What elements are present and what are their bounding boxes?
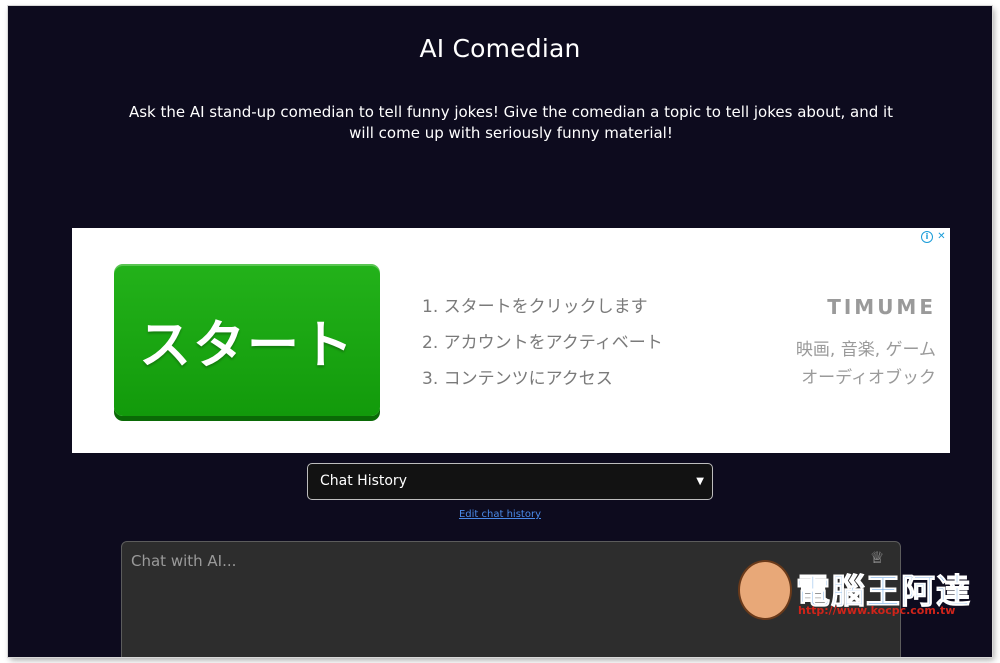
ad-brand-logo: TIMUME bbox=[827, 295, 936, 319]
page-description: Ask the AI stand-up comedian to tell fun… bbox=[128, 103, 894, 142]
watermark-overlay: ♕ 電腦王阿達 http://www.kocpc.com.tw bbox=[738, 548, 978, 623]
advertisement-banner[interactable]: i ✕ スタート 1. スタートをクリックします 2. アカウントをアクティベー… bbox=[72, 228, 950, 453]
chevron-down-icon: ▼ bbox=[696, 476, 704, 487]
ad-brand-line: オーディオブック bbox=[801, 368, 936, 388]
app-frame: AI Comedian Ask the AI stand-up comedian… bbox=[8, 6, 992, 657]
page-title: AI Comedian bbox=[419, 34, 581, 63]
chat-input-placeholder: Chat with AI... bbox=[131, 552, 237, 570]
edit-chat-history-link[interactable]: Edit chat history bbox=[8, 509, 992, 520]
ad-start-button[interactable]: スタート bbox=[114, 264, 380, 416]
ad-close-icon[interactable]: ✕ bbox=[935, 230, 948, 243]
ad-brand-line: 映画, 音楽, ゲーム bbox=[795, 340, 936, 360]
ad-info-icon[interactable]: i bbox=[921, 231, 933, 243]
watermark-url: http://www.kocpc.com.tw bbox=[798, 604, 956, 617]
ad-brand-tagline: 映画, 音楽, ゲーム オーディオブック bbox=[756, 336, 936, 392]
edit-chat-history-label[interactable]: Edit chat history bbox=[459, 509, 541, 520]
chat-history-select-value: Chat History bbox=[320, 473, 407, 489]
ad-step: 2. アカウントをアクティベート bbox=[422, 333, 663, 353]
ad-step: 3. コンテンツにアクセス bbox=[422, 369, 613, 389]
mascot-face-icon bbox=[738, 560, 792, 620]
ad-step: 1. スタートをクリックします bbox=[422, 297, 648, 317]
ad-steps-list: 1. スタートをクリックします 2. アカウントをアクティベート 3. コンテン… bbox=[422, 292, 663, 400]
chat-history-select[interactable]: Chat History ▼ bbox=[307, 463, 713, 500]
ad-badges: i ✕ bbox=[921, 230, 948, 243]
